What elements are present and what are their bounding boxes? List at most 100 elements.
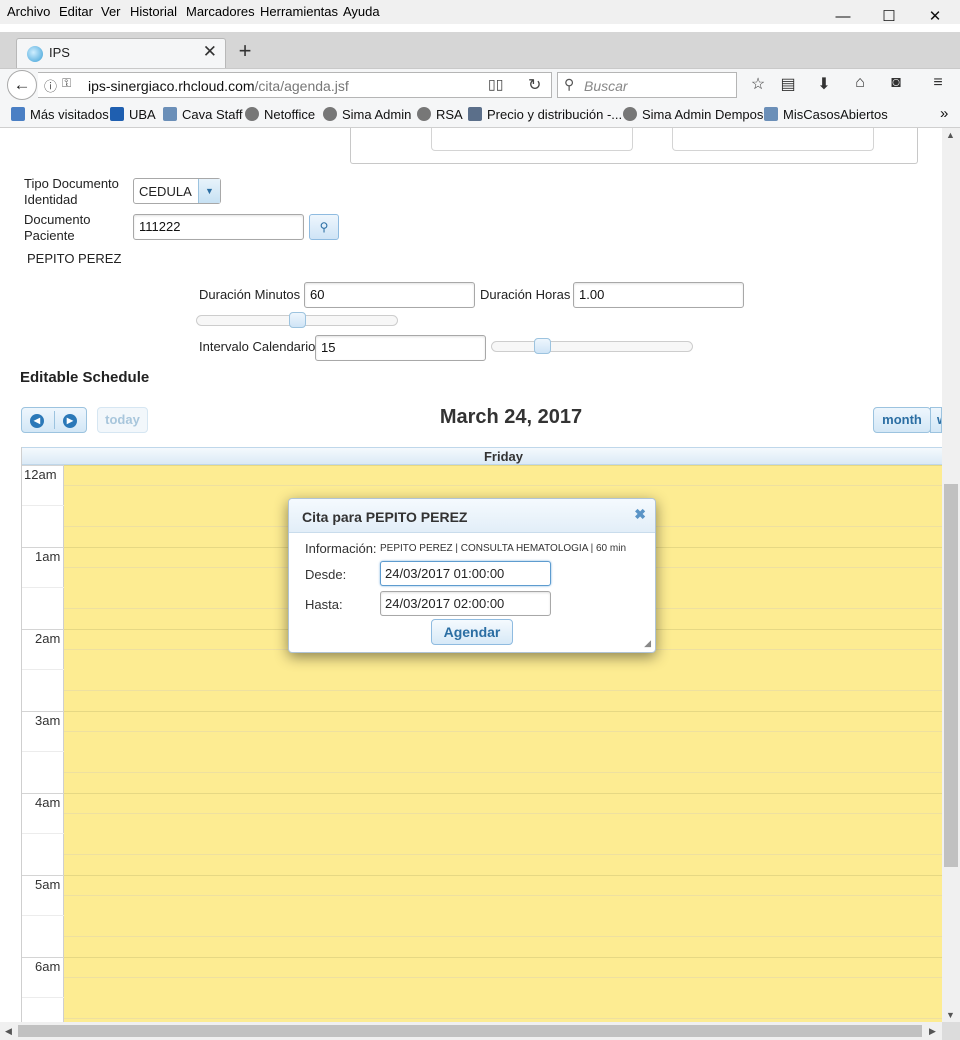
hour-label: 6am [35,959,61,974]
duracion-minutos-input[interactable]: 60 [304,282,475,308]
appointment-dialog: Cita para PEPITO PEREZ ✖ Información: PE… [288,498,656,653]
bookmarks-overflow-icon[interactable]: » [940,105,948,122]
vertical-scroll-thumb[interactable] [944,484,958,867]
duracion-minutos-label: Duración Minutos [199,287,301,302]
week-view-button[interactable]: w [930,407,942,433]
bookmark-mas-visitados[interactable]: Más visitados [11,107,109,122]
scroll-left-icon[interactable]: ◀ [5,1026,12,1037]
menu-herramientas[interactable]: Herramientas [260,4,338,19]
hasta-input[interactable]: 24/03/2017 02:00:00 [380,591,551,616]
desde-label: Desde: [305,567,347,582]
intervalo-slider-handle[interactable] [533,338,551,354]
top-panel-field [431,128,633,151]
intervalo-slider[interactable] [491,341,693,352]
divider [54,411,55,429]
page-icon [764,107,778,121]
bookmark-star-icon[interactable]: ☆ [746,74,770,96]
page-icon [163,107,177,121]
documento-paciente-label: Documento Paciente [24,212,91,243]
horizontal-scroll-thumb[interactable] [18,1025,922,1037]
hour-label: 5am [35,877,61,892]
bookmark-label: Netoffice [264,107,316,122]
menu-marcadores[interactable]: Marcadores [186,4,255,19]
url-bar[interactable]: ⓘ ⚿ ips-sinergiaco.rhcloud.com/cita/agen… [38,72,552,98]
tipo-documento-select[interactable]: CEDULA ▼ [133,178,221,204]
scroll-down-icon[interactable]: ▼ [946,1010,955,1020]
pocket-icon[interactable]: ◙ [884,74,908,96]
bookmark-sima-admin-dempos[interactable]: Sima Admin Dempos [623,107,763,122]
bookmark-label: Más visitados [30,107,109,122]
close-icon[interactable]: ✖ [634,506,646,523]
close-tab-icon[interactable]: ✕ [203,42,217,62]
home-icon[interactable]: ⌂ [848,74,872,96]
bookmark-uba[interactable]: UBA [110,107,156,122]
month-view-button[interactable]: month [873,407,931,433]
close-window-button[interactable]: ✕ [912,0,958,32]
resize-handle-icon[interactable]: ◢ [644,638,651,649]
agendar-button[interactable]: Agendar [431,619,513,645]
intervalo-calendario-input[interactable]: 15 [315,335,486,361]
url-path: /cita/agenda.jsf [254,78,349,94]
reader-view-icon[interactable]: ▯▯ [488,76,503,93]
bookmark-label: RSA [436,107,463,122]
calendar-date-title: March 24, 2017 [439,406,583,428]
info-icon[interactable]: ⓘ [44,76,57,95]
menu-historial[interactable]: Historial [130,4,177,19]
bookmark-cava-staff[interactable]: Cava Staff [163,107,242,122]
bookmark-label: UBA [129,107,156,122]
hour-label: 12am [24,467,57,482]
search-icon: ⚲ [319,220,329,234]
bookmark-miscasosabiertos[interactable]: MisCasosAbiertos [764,107,888,122]
globe-icon [623,107,637,121]
tipo-documento-value: CEDULA [139,184,192,199]
menu-ayuda[interactable]: Ayuda [343,4,380,19]
back-button[interactable]: ← [7,70,37,100]
bookmark-netoffice[interactable]: Netoffice [245,107,315,122]
hamburger-menu-icon[interactable]: ≡ [926,74,950,96]
new-tab-button[interactable]: + [234,38,256,64]
patient-name: PEPITO PEREZ [27,251,122,266]
reading-list-icon[interactable]: ▤ [776,74,800,96]
informacion-value: PEPITO PEREZ | CONSULTA HEMATOLOGIA | 60… [380,543,627,554]
hasta-label: Hasta: [305,597,343,612]
globe-icon [323,107,337,121]
hour-label: 4am [35,795,61,810]
menu-ver[interactable]: Ver [101,4,121,19]
search-bar[interactable]: ⚲ Buscar [557,72,737,98]
key-icon: ⚿ [62,76,72,90]
desde-input[interactable]: 24/03/2017 01:00:00 [380,561,551,586]
maximize-button[interactable]: ☐ [866,0,912,32]
tab-ips[interactable]: IPS ✕ [16,38,226,69]
bookmark-precio[interactable]: Precio y distribución -... [468,107,622,122]
today-button[interactable]: today [97,407,148,433]
day-header: Friday [22,447,942,465]
menu-editar[interactable]: Editar [59,4,93,19]
bookmark-label: MisCasosAbiertos [783,107,888,122]
next-button[interactable]: ▶ [63,414,77,428]
scroll-right-icon[interactable]: ▶ [929,1026,936,1037]
tab-title: IPS [49,45,70,60]
downloads-icon[interactable]: ⬇ [812,74,836,96]
minimize-button[interactable]: — [820,0,866,32]
hour-label: 3am [35,713,61,728]
duracion-horas-input[interactable]: 1.00 [573,282,744,308]
search-icon: ⚲ [564,76,575,92]
bookmark-label: Sima Admin [342,107,412,122]
prev-button[interactable]: ◀ [30,414,44,428]
search-patient-button[interactable]: ⚲ [309,214,339,240]
scroll-up-icon[interactable]: ▲ [946,130,955,140]
uba-icon [110,107,124,121]
chevron-down-icon[interactable]: ▼ [198,179,220,203]
menu-bar: Archivo Editar Ver Historial Marcadores … [0,0,960,24]
url-text: ips-sinergiaco.rhcloud.com/cita/agenda.j… [88,78,349,94]
documento-paciente-input[interactable]: 111222 [133,214,304,240]
scrollbar-corner [942,1022,960,1040]
menu-archivo[interactable]: Archivo [7,4,50,19]
dialog-title: Cita para PEPITO PEREZ [302,509,468,525]
duracion-slider-handle[interactable] [289,312,306,328]
hour-label: 1am [35,549,61,564]
bookmark-sima-admin[interactable]: Sima Admin [323,107,411,122]
bookmark-rsa[interactable]: RSA [417,107,463,122]
reload-icon[interactable]: ↻ [528,75,541,95]
informacion-label: Información: [305,541,377,556]
